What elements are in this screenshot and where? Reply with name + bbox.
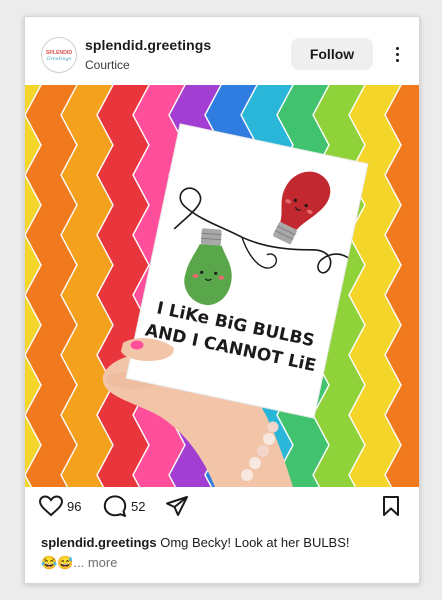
brand-logo-icon: SPLENDID Greetings — [45, 41, 73, 69]
heart-icon — [39, 495, 63, 517]
post-header: SPLENDID Greetings splendid.greetings Co… — [25, 17, 419, 85]
caption-username[interactable]: splendid.greetings — [41, 535, 157, 550]
send-icon — [166, 496, 188, 516]
caption-more-link[interactable]: ... more — [73, 555, 117, 570]
share-button[interactable] — [165, 495, 189, 517]
comment-count[interactable]: 52 — [131, 499, 145, 514]
svg-text:Greetings: Greetings — [47, 56, 72, 62]
comment-icon — [103, 495, 127, 517]
like-button[interactable]: 96 — [39, 495, 81, 517]
page: SPLENDID Greetings splendid.greetings Co… — [0, 0, 442, 600]
more-options-icon[interactable] — [387, 39, 407, 69]
avatar[interactable]: SPLENDID Greetings — [41, 37, 77, 73]
account-name[interactable]: splendid.greetings — [85, 37, 211, 53]
post-actions: 96 52 — [25, 491, 419, 527]
caption-text: Omg Becky! Look at her BULBS! — [160, 535, 350, 550]
post-location[interactable]: Courtice — [85, 58, 130, 72]
like-count[interactable]: 96 — [67, 499, 81, 514]
bookmark-icon — [383, 496, 399, 516]
comment-button[interactable]: 52 — [103, 495, 145, 517]
thumb-nail — [130, 340, 144, 350]
post-image[interactable]: I LiKe BiG BULBS AND I CANNOT LiE — [25, 85, 419, 487]
caption-emoji: 😂😅 — [41, 555, 74, 570]
instagram-post-card: SPLENDID Greetings splendid.greetings Co… — [24, 16, 420, 584]
follow-button[interactable]: Follow — [291, 38, 373, 70]
save-button[interactable] — [381, 495, 401, 517]
post-caption: splendid.greetings Omg Becky! Look at he… — [41, 533, 405, 573]
